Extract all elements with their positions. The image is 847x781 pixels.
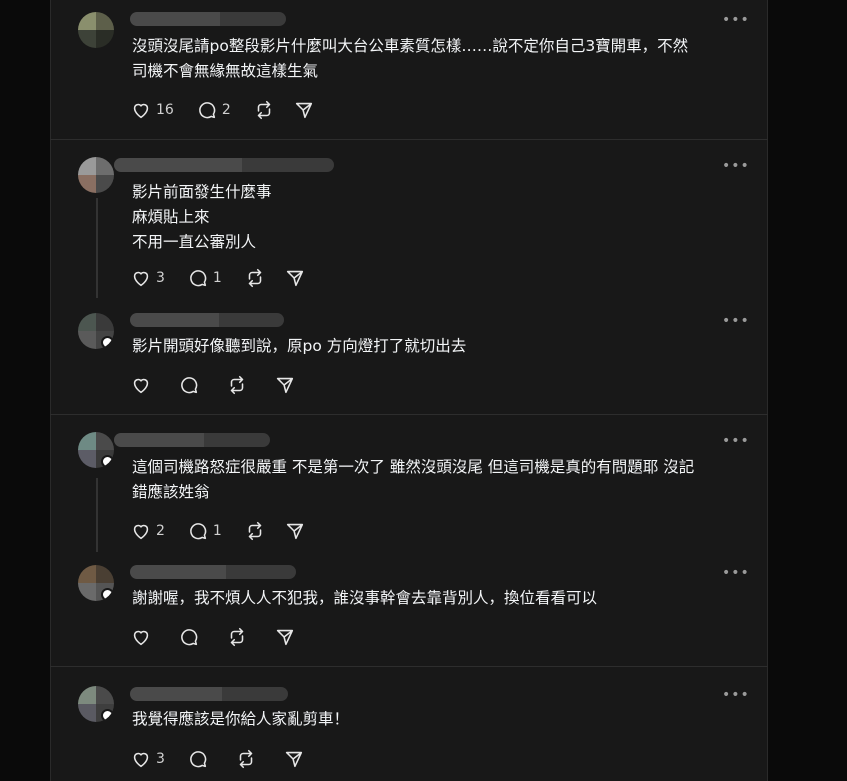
repost-icon	[230, 375, 244, 395]
heart-icon	[133, 271, 149, 287]
thread-line	[96, 478, 98, 552]
comment-icon	[190, 751, 207, 768]
post-text: 謝謝喔，我不煩人人不犯我，誰沒事幹會去靠背別人，換位看看可以	[132, 589, 598, 607]
comment-button[interactable]	[178, 374, 200, 396]
divider	[50, 666, 768, 667]
username-blurred[interactable]	[130, 565, 296, 579]
comment-button[interactable]	[178, 626, 200, 648]
comment-button[interactable]: 1	[187, 520, 226, 542]
repost-button[interactable]	[226, 374, 248, 396]
avatar[interactable]	[78, 565, 114, 601]
repost-button[interactable]	[226, 626, 248, 648]
comment-count: 2	[221, 102, 231, 118]
username-blurred[interactable]	[130, 313, 284, 327]
more-icon[interactable]: •••	[722, 314, 749, 328]
avatar[interactable]	[78, 432, 114, 468]
more-icon[interactable]: •••	[722, 13, 749, 27]
heart-icon	[133, 103, 149, 119]
post-text: 這個司機路怒症很嚴重 不是第一次了 雖然沒頭沒尾 但這司機是真的有問題耶 沒記 …	[132, 458, 695, 501]
post-actions	[130, 626, 314, 648]
post-actions	[130, 374, 314, 396]
comment-count: 1	[212, 270, 222, 286]
post-text: 我覺得應該是你給人家亂剪車！	[132, 710, 350, 728]
comment-icon	[181, 377, 198, 394]
send-icon	[276, 629, 294, 646]
comment-button[interactable]	[187, 748, 209, 770]
repost-icon	[248, 521, 262, 541]
share-button[interactable]	[274, 374, 296, 396]
send-icon	[286, 270, 303, 287]
comment-button[interactable]: 2	[196, 99, 235, 121]
comment-icon	[190, 270, 207, 287]
avatar[interactable]	[78, 12, 114, 48]
send-icon	[286, 523, 303, 540]
like-button[interactable]: 3	[130, 748, 169, 770]
username-blurred[interactable]	[130, 687, 288, 701]
post-text: 沒頭沒尾請po整段影片什麼叫大台公車素質怎樣……說不定你自己3寶開車，不然 司機…	[132, 37, 689, 80]
post-actions: 2 1	[130, 520, 324, 542]
avatar[interactable]	[78, 157, 114, 193]
like-button[interactable]: 3	[130, 267, 169, 289]
post-actions: 16 2	[130, 99, 333, 121]
repost-button[interactable]	[253, 99, 275, 121]
comment-count: 1	[212, 523, 222, 539]
share-button[interactable]	[274, 626, 296, 648]
like-count: 16	[156, 102, 174, 118]
comment-icon	[181, 629, 198, 646]
repost-icon	[239, 749, 253, 769]
send-icon	[276, 377, 294, 394]
repost-button[interactable]	[244, 267, 266, 289]
repost-icon	[230, 627, 244, 647]
comment-icon	[198, 102, 216, 119]
more-icon[interactable]: •••	[722, 159, 749, 173]
avatar[interactable]	[78, 686, 114, 722]
avatar[interactable]	[78, 313, 114, 349]
post-text: 影片開頭好像聽到說，原po 方向燈打了就切出去	[132, 337, 467, 355]
share-button[interactable]	[293, 99, 315, 121]
like-button[interactable]: 16	[130, 99, 178, 121]
thread-line	[96, 198, 98, 298]
divider	[50, 139, 768, 140]
more-icon[interactable]: •••	[722, 688, 749, 702]
divider	[50, 414, 768, 415]
heart-icon	[133, 752, 149, 768]
like-count: 2	[156, 523, 165, 539]
like-button[interactable]	[130, 626, 152, 648]
share-button[interactable]	[284, 267, 306, 289]
send-icon	[285, 751, 303, 768]
more-icon[interactable]: •••	[722, 434, 749, 448]
username-blurred[interactable]	[130, 12, 286, 26]
like-button[interactable]	[130, 374, 152, 396]
post-actions: 3	[130, 748, 323, 770]
comment-button[interactable]: 1	[187, 267, 226, 289]
repost-icon	[248, 268, 262, 288]
like-count: 3	[156, 270, 165, 286]
like-button[interactable]: 2	[130, 520, 169, 542]
like-count: 3	[156, 751, 165, 767]
send-icon	[295, 102, 312, 119]
username-blurred[interactable]	[114, 433, 270, 447]
repost-icon	[257, 100, 271, 120]
username-blurred[interactable]	[114, 158, 334, 172]
heart-icon	[133, 378, 149, 394]
repost-button[interactable]	[235, 748, 257, 770]
post-actions: 3 1	[130, 267, 324, 289]
repost-button[interactable]	[244, 520, 266, 542]
heart-icon	[133, 524, 149, 540]
share-button[interactable]	[284, 520, 306, 542]
heart-icon	[133, 630, 149, 646]
comment-icon	[190, 523, 207, 540]
post-text: 影片前面發生什麼事 麻煩貼上來 不用一直公審別人	[132, 183, 272, 251]
more-icon[interactable]: •••	[722, 566, 749, 580]
share-button[interactable]	[283, 748, 305, 770]
